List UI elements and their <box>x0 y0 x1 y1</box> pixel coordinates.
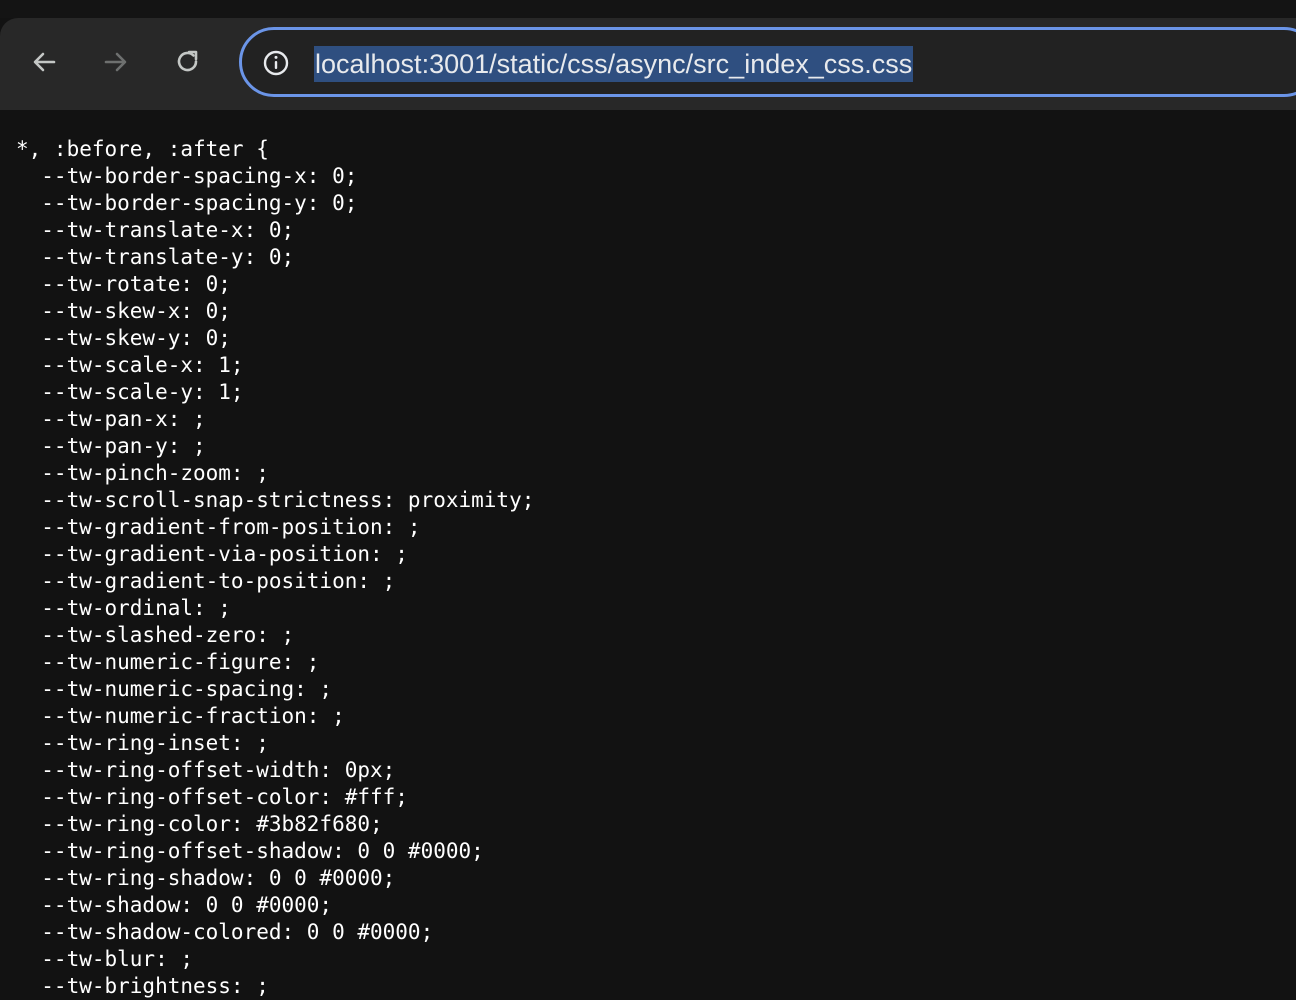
code-line: --tw-ring-offset-shadow: 0 0 #0000; <box>16 839 484 863</box>
reload-button[interactable] <box>168 42 208 82</box>
page-content: *, :before, :after { --tw-border-spacing… <box>0 111 1296 1000</box>
code-line: --tw-shadow-colored: 0 0 #0000; <box>16 920 434 944</box>
code-line: --tw-skew-y: 0; <box>16 326 231 350</box>
site-info-button[interactable] <box>261 48 291 78</box>
code-line: --tw-skew-x: 0; <box>16 299 231 323</box>
code-line: --tw-border-spacing-y: 0; <box>16 191 358 215</box>
code-line: --tw-shadow: 0 0 #0000; <box>16 893 333 917</box>
code-line: --tw-blur: ; <box>16 947 194 971</box>
code-line: --tw-ring-offset-width: 0px; <box>16 758 396 782</box>
back-button[interactable] <box>24 42 64 82</box>
code-line: --tw-ring-inset: ; <box>16 731 269 755</box>
code-line: --tw-ring-shadow: 0 0 #0000; <box>16 866 396 890</box>
address-bar[interactable]: localhost:3001/static/css/async/src_inde… <box>239 27 1296 97</box>
code-line: --tw-rotate: 0; <box>16 272 231 296</box>
code-line: --tw-ordinal: ; <box>16 596 231 620</box>
code-line: --tw-ring-offset-color: #fff; <box>16 785 408 809</box>
code-line: --tw-pan-x: ; <box>16 407 206 431</box>
arrow-left-icon <box>33 52 56 72</box>
code-line: --tw-numeric-spacing: ; <box>16 677 333 701</box>
code-line: --tw-translate-y: 0; <box>16 245 295 269</box>
code-line: --tw-border-spacing-x: 0; <box>16 164 358 188</box>
url-text[interactable]: localhost:3001/static/css/async/src_inde… <box>314 46 914 82</box>
forward-button[interactable] <box>96 42 136 82</box>
code-line: --tw-gradient-from-position: ; <box>16 515 421 539</box>
code-line: --tw-pan-y: ; <box>16 434 206 458</box>
code-line: --tw-pinch-zoom: ; <box>16 461 269 485</box>
code-line: --tw-scale-y: 1; <box>16 380 244 404</box>
code-line: --tw-scroll-snap-strictness: proximity; <box>16 488 535 512</box>
code-line: --tw-translate-x: 0; <box>16 218 295 242</box>
code-line: --tw-ring-color: #3b82f680; <box>16 812 383 836</box>
code-line: --tw-numeric-figure: ; <box>16 650 320 674</box>
browser-window: localhost:3001/static/css/async/src_inde… <box>0 0 1296 1000</box>
code-line: --tw-gradient-to-position: ; <box>16 569 396 593</box>
code-line: *, :before, :after { <box>16 137 269 161</box>
reload-icon <box>177 50 198 72</box>
code-line: --tw-slashed-zero: ; <box>16 623 295 647</box>
css-source-text: *, :before, :after { --tw-border-spacing… <box>0 111 1296 1000</box>
arrow-right-icon <box>104 52 127 72</box>
code-line: --tw-scale-x: 1; <box>16 353 244 377</box>
code-line: --tw-gradient-via-position: ; <box>16 542 408 566</box>
code-line: --tw-numeric-fraction: ; <box>16 704 345 728</box>
tab-strip <box>0 0 1296 18</box>
info-circle-icon <box>263 50 289 76</box>
code-line: --tw-brightness: ; <box>16 974 269 998</box>
